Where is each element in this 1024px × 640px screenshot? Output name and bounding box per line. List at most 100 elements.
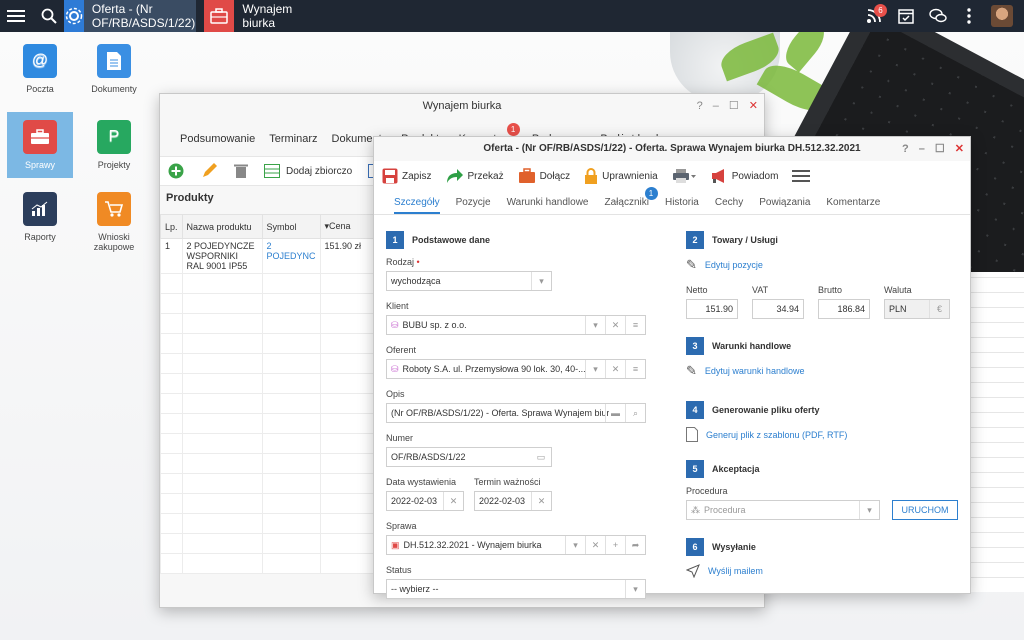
offer-dialog: Oferta - (Nr OF/RB/ASDS/1/22) - Oferta. … (373, 136, 971, 599)
search-icon[interactable] (36, 0, 62, 32)
hamburger-menu-icon[interactable] (0, 0, 32, 32)
tab-powiazania[interactable]: Powiązania (759, 197, 810, 208)
close-icon[interactable]: ✕ (749, 94, 758, 118)
save-button[interactable]: Zapisz (382, 168, 431, 184)
chevron-down-icon[interactable]: ▾ (585, 316, 605, 334)
project-icon: P (97, 120, 131, 154)
table-icon (264, 164, 280, 178)
help-icon[interactable]: ? (697, 94, 703, 118)
expiry-date-field[interactable]: 2022-02-03 ✕ (474, 491, 552, 511)
chevron-down-icon[interactable]: ▾ (585, 360, 605, 378)
menu-terminarz[interactable]: Terminarz (269, 133, 317, 145)
tab-zalaczniki[interactable]: Załączniki 1 (605, 187, 658, 208)
tab-komentarze[interactable]: Komentarze (826, 197, 880, 208)
procedura-label: Procedura (686, 486, 728, 496)
desktop-icon-projekty[interactable]: P Projekty (84, 120, 144, 170)
tab-cechy[interactable]: Cechy (715, 197, 743, 208)
cell-symbol[interactable]: 2 POJEDYNC (261, 238, 321, 274)
rss-icon[interactable]: 6 (862, 0, 887, 32)
numer-field[interactable]: OF/RB/ASDS/1/22 ▭ (386, 447, 552, 467)
clear-icon[interactable]: ✕ (605, 316, 625, 334)
tab-pozycje[interactable]: Pozycje (456, 197, 491, 208)
desktop-icon-wnioski[interactable]: Wnioski zakupowe (84, 192, 144, 252)
attach-button[interactable]: Dołącz (518, 168, 570, 184)
send-mail-link[interactable]: Wyślij mailem (686, 564, 962, 578)
brutto-field[interactable]: 186.84 (818, 299, 870, 319)
maximize-icon[interactable]: ☐ (935, 137, 945, 161)
desktop-icon-sprawy[interactable]: Sprawy (7, 112, 73, 178)
section-header: 4 Generowanie pliku oferty (686, 401, 962, 419)
forward-button[interactable]: Przekaż (445, 168, 504, 184)
column-header[interactable]: Symbol (261, 214, 321, 239)
run-button[interactable]: URUCHOM (892, 500, 958, 520)
avatar[interactable] (990, 0, 1014, 32)
comment-icon[interactable]: ▬ (605, 404, 625, 422)
netto-field[interactable]: 151.90 (686, 299, 738, 319)
maximize-icon[interactable]: ☐ (729, 94, 739, 118)
issue-date-field[interactable]: 2022-02-03 ✕ (386, 491, 464, 511)
send-icon (686, 564, 700, 578)
desktop-icon-label: Sprawy (24, 160, 55, 170)
column-header-sorted[interactable]: ▾Cena (319, 214, 375, 239)
clear-icon[interactable]: ✕ (443, 492, 463, 510)
bulk-add-button[interactable]: Dodaj zbiorczo (256, 157, 360, 185)
oferent-field[interactable]: ⛁ Roboty S.A. ul. Przemysłowa 90 lok. 30… (386, 359, 646, 379)
status-select[interactable]: -- wybierz -- ▾ (386, 579, 646, 599)
save-label: Zapisz (402, 170, 432, 182)
delete-icon[interactable] (226, 157, 256, 185)
sprawa-field[interactable]: ▣ DH.512.32.2021 - Wynajem biurka ▾ ✕ + … (386, 535, 646, 555)
add-icon[interactable]: + (605, 536, 625, 554)
chevron-down-icon[interactable]: ▾ (859, 501, 879, 519)
keyboard-icon[interactable]: ▭ (531, 448, 551, 466)
briefcase-icon (23, 120, 57, 154)
tab-oferta[interactable]: Oferta - (Nr OF/RB/ASDS/1/22) (64, 0, 196, 32)
desktop-icon-dokumenty[interactable]: Dokumenty (84, 44, 144, 94)
menu-icon[interactable] (792, 169, 811, 183)
edit-items-link[interactable]: ✎ Edytuj pozycje (686, 257, 962, 273)
calendar-check-icon[interactable] (894, 0, 918, 32)
table-row[interactable]: 1 2 POJEDYNCZE WSPORNIKI RAL 9001 IP55 2… (160, 238, 375, 274)
clear-icon[interactable]: ✕ (585, 536, 605, 554)
chevron-down-icon[interactable]: ▾ (531, 272, 551, 290)
generate-file-link[interactable]: Generuj plik z szablonu (PDF, RTF) (686, 427, 962, 442)
procedure-select[interactable]: ⁂ Procedura ▾ (686, 500, 880, 520)
list-icon[interactable]: ≡ (625, 360, 645, 378)
chevron-down-icon[interactable]: ▾ (625, 580, 645, 598)
minimize-icon[interactable]: – (713, 94, 719, 118)
edit-icon[interactable] (192, 157, 226, 185)
search-icon[interactable]: ⌕ (625, 404, 645, 422)
tab-warunki-handlowe[interactable]: Warunki handlowe (507, 197, 589, 208)
list-icon[interactable]: ≡ (625, 316, 645, 334)
chat-icon[interactable] (926, 0, 950, 32)
column-header[interactable]: Lp. (160, 214, 183, 239)
notify-button[interactable]: Powiadom (710, 168, 778, 184)
opis-label: Opis (386, 389, 405, 399)
more-vertical-icon[interactable] (960, 0, 978, 32)
tab-historia[interactable]: Historia (665, 197, 699, 208)
minimize-icon[interactable]: – (919, 137, 925, 161)
add-icon[interactable] (160, 157, 192, 185)
products-table: Lp. Nazwa produktu Symbol ▾Cena 1 2 POJE… (160, 214, 375, 574)
column-header[interactable]: Nazwa produktu (181, 214, 263, 239)
permissions-button[interactable]: Uprawnienia (584, 168, 658, 184)
dialog-tabs: Szczegóły Pozycje Warunki handlowe Załąc… (374, 187, 970, 215)
print-button[interactable] (672, 169, 696, 183)
menu-podsumowanie[interactable]: Podsumowanie (180, 133, 255, 145)
clear-icon[interactable]: ✕ (531, 492, 551, 510)
tab-szczegoly[interactable]: Szczegóły (394, 197, 440, 214)
rodzaj-select[interactable]: wychodząca ▾ (386, 271, 552, 291)
help-icon[interactable]: ? (902, 137, 909, 161)
open-arrow-icon[interactable]: ➦ (625, 536, 645, 554)
desktop-icon-label: Dokumenty (91, 84, 137, 94)
opis-field[interactable]: (Nr OF/RB/ASDS/1/22) - Oferta. Sprawa Wy… (386, 403, 646, 423)
chevron-down-icon[interactable]: ▾ (565, 536, 585, 554)
desktop-icon-raporty[interactable]: Raporty (10, 192, 70, 242)
tab-wynajem-biurka[interactable]: Wynajem biurka (204, 0, 324, 32)
desktop-icon-poczta[interactable]: @ Poczta (10, 44, 70, 94)
edit-terms-link[interactable]: ✎ Edytuj warunki handlowe (686, 363, 962, 379)
vat-field[interactable]: 34.94 (752, 299, 804, 319)
section-header: 5 Akceptacja (686, 460, 962, 478)
klient-field[interactable]: ⛁ BUBU sp. z o.o. ▾ ✕ ≡ (386, 315, 646, 335)
close-icon[interactable]: ✕ (955, 137, 964, 161)
clear-icon[interactable]: ✕ (605, 360, 625, 378)
